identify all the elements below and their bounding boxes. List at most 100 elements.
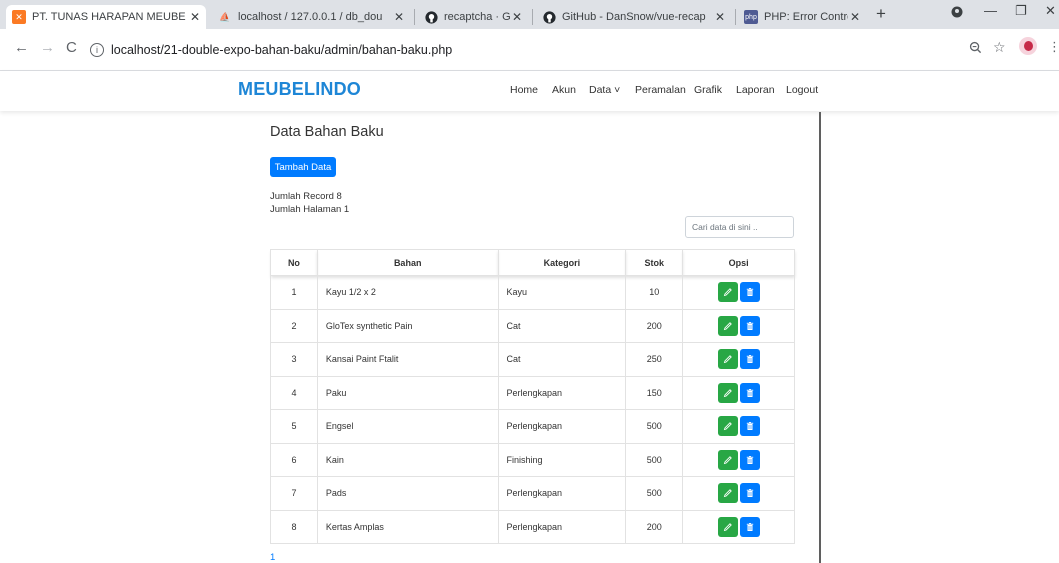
edit-button[interactable] (717, 282, 738, 303)
forward-icon[interactable]: → (40, 39, 55, 56)
edit-button[interactable] (717, 416, 738, 437)
cell-opsi (682, 375, 795, 410)
zoom-icon[interactable] (969, 41, 982, 57)
reload-icon[interactable]: C (66, 39, 77, 56)
page-count: Jumlah Halaman 1 (270, 204, 350, 215)
browser-tab-3[interactable]: recaptcha · GitHub Topics · Gi ✕ (418, 5, 528, 29)
browser-tab-strip: ✕ PT. TUNAS HARAPAN MEUBE ✕ ⛵ localhost … (0, 0, 1059, 29)
edit-button[interactable] (717, 382, 738, 403)
pencil-icon (723, 321, 733, 331)
cell-no: 8 (270, 509, 318, 544)
browser-tab-title: PHP: Error Control Operators (764, 11, 848, 23)
nav-grafik[interactable]: Grafik (694, 84, 722, 96)
close-tab-icon[interactable]: ✕ (510, 10, 524, 24)
delete-button[interactable] (739, 483, 760, 504)
nav-akun[interactable]: Akun (552, 84, 576, 96)
close-tab-icon[interactable]: ✕ (713, 10, 727, 24)
add-data-button[interactable]: Tambah Data (270, 157, 336, 177)
table-row: 5 Engsel Perlengkapan 500 (270, 409, 795, 444)
cell-stok: 500 (625, 442, 684, 477)
php-icon: php (744, 10, 758, 24)
cell-opsi (682, 275, 795, 310)
column-header-kategori: Kategori (497, 249, 627, 276)
menu-icon[interactable]: ⋮ (1048, 39, 1059, 55)
search-input[interactable] (685, 216, 794, 238)
edit-button[interactable] (717, 349, 738, 370)
cell-kategori: Kayu (497, 275, 627, 310)
bookmark-star-icon[interactable]: ☆ (993, 39, 1006, 56)
brand-logo[interactable]: MEUBELINDO (238, 79, 361, 100)
delete-button[interactable] (739, 516, 760, 537)
new-tab-icon[interactable]: + (876, 4, 886, 24)
edit-button[interactable] (717, 483, 738, 504)
browser-tab-5[interactable]: php PHP: Error Control Operators ✕ (738, 5, 866, 29)
record-count: Jumlah Record 8 (270, 191, 342, 202)
cell-kategori: Perlengkapan (497, 375, 627, 410)
table-row: 4 Paku Perlengkapan 150 (270, 375, 795, 410)
nav-laporan[interactable]: Laporan (736, 84, 775, 96)
cell-bahan: Kain (316, 442, 499, 477)
github-icon (424, 10, 438, 24)
edit-button[interactable] (717, 516, 738, 537)
nav-peramalan[interactable]: Peramalan (635, 84, 686, 96)
trash-icon (745, 488, 755, 498)
cell-kategori: Cat (497, 342, 627, 377)
browser-tab-4[interactable]: GitHub - DanSnow/vue-recap ✕ (536, 5, 731, 29)
column-header-no: No (270, 249, 318, 276)
cell-stok: 500 (625, 476, 684, 511)
cell-kategori: Perlengkapan (497, 476, 627, 511)
browser-tab-2[interactable]: ⛵ localhost / 127.0.0.1 / db_dou ✕ (212, 5, 410, 29)
cell-bahan: Kayu 1/2 x 2 (316, 275, 499, 310)
cell-stok: 150 (625, 375, 684, 410)
pencil-icon (723, 522, 733, 532)
trash-icon (745, 321, 755, 331)
delete-button[interactable] (739, 315, 760, 336)
edit-button[interactable] (717, 315, 738, 336)
delete-button[interactable] (739, 449, 760, 470)
browser-toolbar: ← → C i localhost/21-double-expo-bahan-b… (0, 29, 1059, 71)
account-icon[interactable] (951, 6, 963, 21)
site-info-icon[interactable]: i (90, 43, 104, 57)
cell-stok: 500 (625, 409, 684, 444)
app-navbar: MEUBELINDO Home Akun Data ˅ Peramalan Gr… (0, 71, 1059, 111)
trash-icon (745, 287, 755, 297)
close-tab-icon[interactable]: ✕ (392, 10, 406, 24)
table-row: 7 Pads Perlengkapan 500 (270, 476, 795, 511)
cell-no: 7 (270, 476, 318, 511)
delete-button[interactable] (739, 382, 760, 403)
close-tab-icon[interactable]: ✕ (188, 10, 202, 24)
profile-avatar[interactable] (1019, 37, 1037, 55)
delete-button[interactable] (739, 349, 760, 370)
browser-tab-1[interactable]: ✕ PT. TUNAS HARAPAN MEUBE ✕ (6, 5, 206, 29)
tab-separator (532, 9, 533, 25)
trash-icon (745, 354, 755, 364)
nav-data-dropdown[interactable]: Data ˅ (589, 84, 620, 96)
close-tab-icon[interactable]: ✕ (848, 10, 862, 24)
delete-button[interactable] (739, 282, 760, 303)
cell-bahan: GloTex synthetic Pain (316, 308, 499, 343)
cell-stok: 200 (625, 308, 684, 343)
nav-home[interactable]: Home (510, 84, 538, 96)
cell-stok: 250 (625, 342, 684, 377)
cell-no: 2 (270, 308, 318, 343)
address-bar[interactable]: i localhost/21-double-expo-bahan-baku/ad… (90, 36, 1005, 64)
back-icon[interactable]: ← (14, 39, 29, 56)
close-window-icon[interactable]: ✕ (1045, 3, 1056, 19)
delete-button[interactable] (739, 416, 760, 437)
cell-opsi (682, 342, 795, 377)
table-row: 3 Kansai Paint Ftalit Cat 250 (270, 342, 795, 377)
trash-icon (745, 388, 755, 398)
nav-logout[interactable]: Logout (786, 84, 818, 96)
column-header-stok: Stok (625, 249, 684, 276)
cell-bahan: Paku (316, 375, 499, 410)
edit-button[interactable] (717, 449, 738, 470)
table-row: 8 Kertas Amplas Perlengkapan 200 (270, 509, 795, 544)
cell-no: 1 (270, 275, 318, 310)
pencil-icon (723, 388, 733, 398)
pencil-icon (723, 287, 733, 297)
restore-icon[interactable]: ❐ (1015, 3, 1027, 19)
minimize-icon[interactable]: — (984, 3, 997, 18)
tab-separator (735, 9, 736, 25)
trash-icon (745, 455, 755, 465)
pagination-page-1[interactable]: 1 (270, 552, 275, 563)
